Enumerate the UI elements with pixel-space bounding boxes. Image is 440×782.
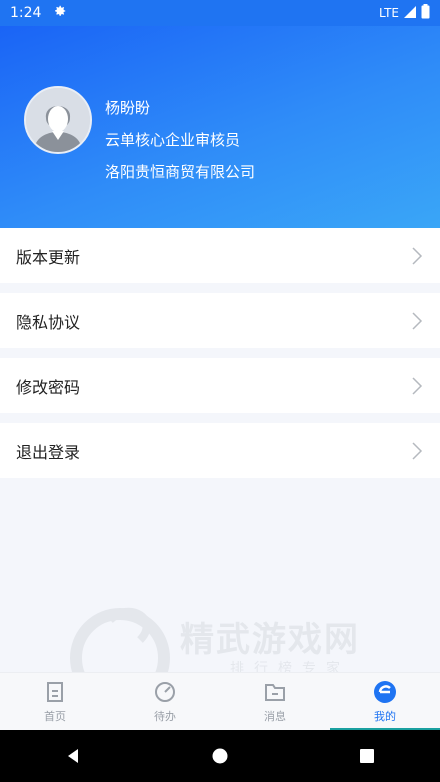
tab-label: 首页 [44, 710, 66, 723]
user-avatar-icon [26, 88, 90, 152]
menu-item-label: 隐私协议 [16, 312, 81, 332]
profile-icon [374, 681, 396, 703]
home-button[interactable] [196, 736, 244, 776]
settings-menu: 版本更新 隐私协议 修改密码 退出登录 [0, 228, 440, 488]
status-icons: LTE [379, 4, 430, 22]
status-time: 1:24 [10, 5, 42, 21]
menu-item-label: 退出登录 [16, 442, 81, 462]
back-button[interactable] [49, 736, 97, 776]
todo-clock-icon [155, 682, 175, 702]
back-triangle-icon [68, 749, 79, 763]
user-info: 杨盼盼 云单核心企业审核员 洛阳贵恒商贸有限公司 [105, 92, 255, 188]
bottom-tab-bar: 首页 待办 消息 我的 [0, 672, 440, 731]
chevron-right-icon [412, 441, 423, 460]
tab-home[interactable]: 首页 [0, 673, 110, 731]
status-bar: 1:24 LTE [0, 0, 440, 26]
network-type: LTE [379, 6, 399, 20]
profile-header: 杨盼盼 云单核心企业审核员 洛阳贵恒商贸有限公司 [0, 26, 440, 228]
menu-item-label: 版本更新 [16, 247, 81, 267]
menu-item-privacy-policy[interactable]: 隐私协议 [0, 293, 440, 348]
tab-label: 我的 [374, 710, 396, 723]
user-role: 云单核心企业审核员 [105, 131, 241, 149]
tab-todo[interactable]: 待办 [110, 673, 220, 731]
signal-icon [403, 5, 417, 22]
tab-mine[interactable]: 我的 [330, 673, 440, 731]
menu-item-logout[interactable]: 退出登录 [0, 423, 440, 478]
menu-item-change-password[interactable]: 修改密码 [0, 358, 440, 413]
home-circle-icon [212, 748, 228, 764]
menu-item-version-update[interactable]: 版本更新 [0, 228, 440, 283]
tab-label: 待办 [154, 710, 176, 723]
recents-square-icon [359, 749, 374, 763]
system-nav-bar [0, 730, 440, 782]
battery-icon [421, 4, 430, 22]
watermark-title: 精武游戏网 [180, 620, 360, 660]
chevron-right-icon [412, 376, 423, 395]
menu-item-label: 修改密码 [16, 377, 81, 397]
chevron-right-icon [412, 311, 423, 330]
user-company: 洛阳贵恒商贸有限公司 [105, 163, 256, 181]
avatar[interactable] [24, 86, 92, 154]
tab-messages[interactable]: 消息 [220, 673, 330, 731]
settings-gear-icon [53, 4, 67, 22]
tab-label: 消息 [264, 710, 286, 723]
home-icon [47, 682, 63, 702]
folder-icon [265, 684, 285, 701]
user-name: 杨盼盼 [105, 99, 151, 117]
recents-button[interactable] [343, 736, 391, 776]
chevron-right-icon [412, 246, 423, 265]
